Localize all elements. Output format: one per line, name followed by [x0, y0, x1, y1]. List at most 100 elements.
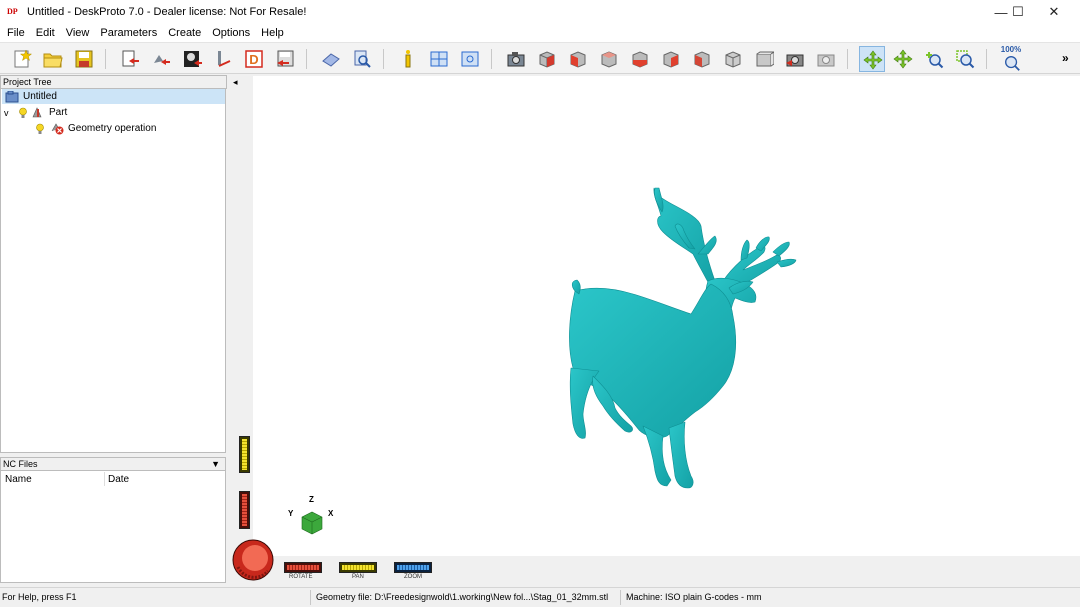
status-bar: For Help, press F1 Geometry file: D:\Fre…: [0, 587, 1080, 607]
open-folder-icon: [43, 53, 63, 68]
magnifier-doc-icon: [354, 50, 371, 68]
menu-view[interactable]: View: [66, 27, 90, 39]
menu-parameters[interactable]: Parameters: [100, 27, 157, 39]
new-project-button[interactable]: [9, 46, 35, 72]
camera-reset-icon: [786, 54, 804, 67]
cube-back-icon: [632, 51, 648, 68]
pan-arrows-icon: [893, 49, 913, 69]
close-button[interactable]: ✕: [1036, 0, 1072, 24]
camera-grey-button[interactable]: [813, 46, 839, 72]
cube-side-icon: [601, 51, 617, 68]
import-part-button[interactable]: [148, 46, 174, 72]
viewport-panel: ◂ Z Y X ROTATE PAN ZOOM: [229, 75, 1080, 585]
menu-edit[interactable]: Edit: [36, 27, 55, 39]
project-tree-header: Project Tree: [0, 75, 227, 89]
zoom-horizontal-slider[interactable]: [394, 562, 432, 573]
camera-red-button[interactable]: [782, 46, 808, 72]
column-header-name[interactable]: Name: [5, 474, 32, 485]
rotate-wheel[interactable]: [232, 539, 276, 581]
pan-vertical-slider[interactable]: [239, 436, 250, 473]
camera-disabled-icon: [817, 54, 835, 67]
view-bottom-button[interactable]: [751, 46, 777, 72]
project-tree: Untitled v Part Geometry operation: [0, 89, 226, 453]
pan-mode-button[interactable]: [890, 46, 916, 72]
zoom-window-button[interactable]: [952, 46, 978, 72]
project-icon: [5, 90, 19, 102]
info-button[interactable]: [395, 46, 421, 72]
window-layout-button[interactable]: [426, 46, 452, 72]
stag-model[interactable]: [253, 76, 1080, 556]
eraser-button[interactable]: [318, 46, 344, 72]
bitmap-button[interactable]: [179, 46, 205, 72]
tree-item-label: Part: [49, 107, 68, 118]
operation-error-icon: [51, 123, 64, 135]
bulb-icon[interactable]: [18, 107, 28, 119]
preview-window-button[interactable]: [457, 46, 483, 72]
view-left-button[interactable]: [658, 46, 684, 72]
3d-canvas[interactable]: Z Y X: [253, 76, 1080, 556]
save-project-button[interactable]: [71, 46, 97, 72]
zoom-window-icon: [956, 50, 975, 69]
vector-button[interactable]: [210, 46, 236, 72]
export-disk-icon: [277, 50, 294, 67]
toolbar-separator: [105, 49, 106, 69]
view-top-button[interactable]: [720, 46, 746, 72]
tree-item-label: Untitled: [23, 91, 57, 102]
view-front-button[interactable]: [565, 46, 591, 72]
dropdown-arrow-icon[interactable]: ▼: [211, 458, 220, 470]
app-logo-icon: DP: [7, 5, 21, 19]
panel-collapse-arrow-icon[interactable]: ◂: [233, 77, 238, 88]
menu-file[interactable]: File: [7, 27, 25, 39]
load-geometry-button[interactable]: [117, 46, 143, 72]
tree-item-part[interactable]: v Part: [4, 105, 67, 120]
menu-help[interactable]: Help: [261, 27, 284, 39]
rotate-vertical-slider[interactable]: [239, 491, 250, 529]
pan-horizontal-slider[interactable]: [339, 562, 377, 573]
tree-item-geometry-operation[interactable]: Geometry operation: [35, 121, 156, 136]
column-header-date[interactable]: Date: [108, 474, 129, 485]
status-geometry-file: Geometry file: D:\Freedesignwold\1.worki…: [316, 592, 609, 602]
bulb-icon[interactable]: [35, 123, 45, 135]
zoom-in-icon: [926, 52, 944, 69]
axis-label-y: Y: [288, 509, 294, 518]
inspect-button[interactable]: [349, 46, 375, 72]
left-panel: Project Tree Untitled v Part Geometry op…: [0, 75, 227, 585]
rotate-arrows-icon: [863, 50, 883, 70]
zoom-level-label: 100%: [1000, 45, 1022, 54]
cube-iso-icon: [539, 51, 555, 68]
save-disk-icon: [75, 50, 93, 68]
window-title: Untitled - DeskProto 7.0 - Dealer licens…: [27, 6, 307, 18]
maximize-icon: ☐: [1012, 4, 1024, 19]
view-side-button[interactable]: [596, 46, 622, 72]
zoom-100-button[interactable]: 100%: [998, 45, 1024, 72]
status-divider: [310, 590, 311, 605]
export-button[interactable]: [272, 46, 298, 72]
camera-icon: [507, 52, 525, 67]
menu-create[interactable]: Create: [168, 27, 201, 39]
maximize-button[interactable]: ☐: [1000, 0, 1036, 24]
axis-label-x: X: [328, 509, 334, 518]
expander-chevron-icon[interactable]: v: [4, 108, 18, 118]
nc-files-title: NC Files: [3, 459, 38, 469]
open-project-button[interactable]: [40, 46, 66, 72]
info-icon: [405, 50, 411, 68]
column-divider[interactable]: [104, 472, 105, 486]
zoom-mode-button[interactable]: [921, 46, 947, 72]
toolbar-overflow-button[interactable]: »: [1062, 51, 1069, 65]
view-back-button[interactable]: [627, 46, 653, 72]
menu-options[interactable]: Options: [212, 27, 250, 39]
toolbar-separator: [306, 49, 307, 69]
pan-label: PAN: [352, 574, 364, 580]
toolbar-separator: [986, 49, 987, 69]
zoom-100-icon: [1005, 56, 1020, 71]
view-right-button[interactable]: [689, 46, 715, 72]
tree-item-project[interactable]: Untitled: [2, 89, 225, 104]
menu-bar: File Edit View Parameters Create Options…: [0, 24, 1080, 42]
rotate-mode-button[interactable]: [859, 46, 885, 72]
rotate-horizontal-slider[interactable]: [284, 562, 322, 573]
nc-files-header[interactable]: NC Files ▼: [0, 457, 226, 471]
dxf-button[interactable]: D: [241, 46, 267, 72]
snapshot-button[interactable]: [503, 46, 529, 72]
view-iso-button[interactable]: [534, 46, 560, 72]
project-tree-title: Project Tree: [3, 77, 52, 87]
